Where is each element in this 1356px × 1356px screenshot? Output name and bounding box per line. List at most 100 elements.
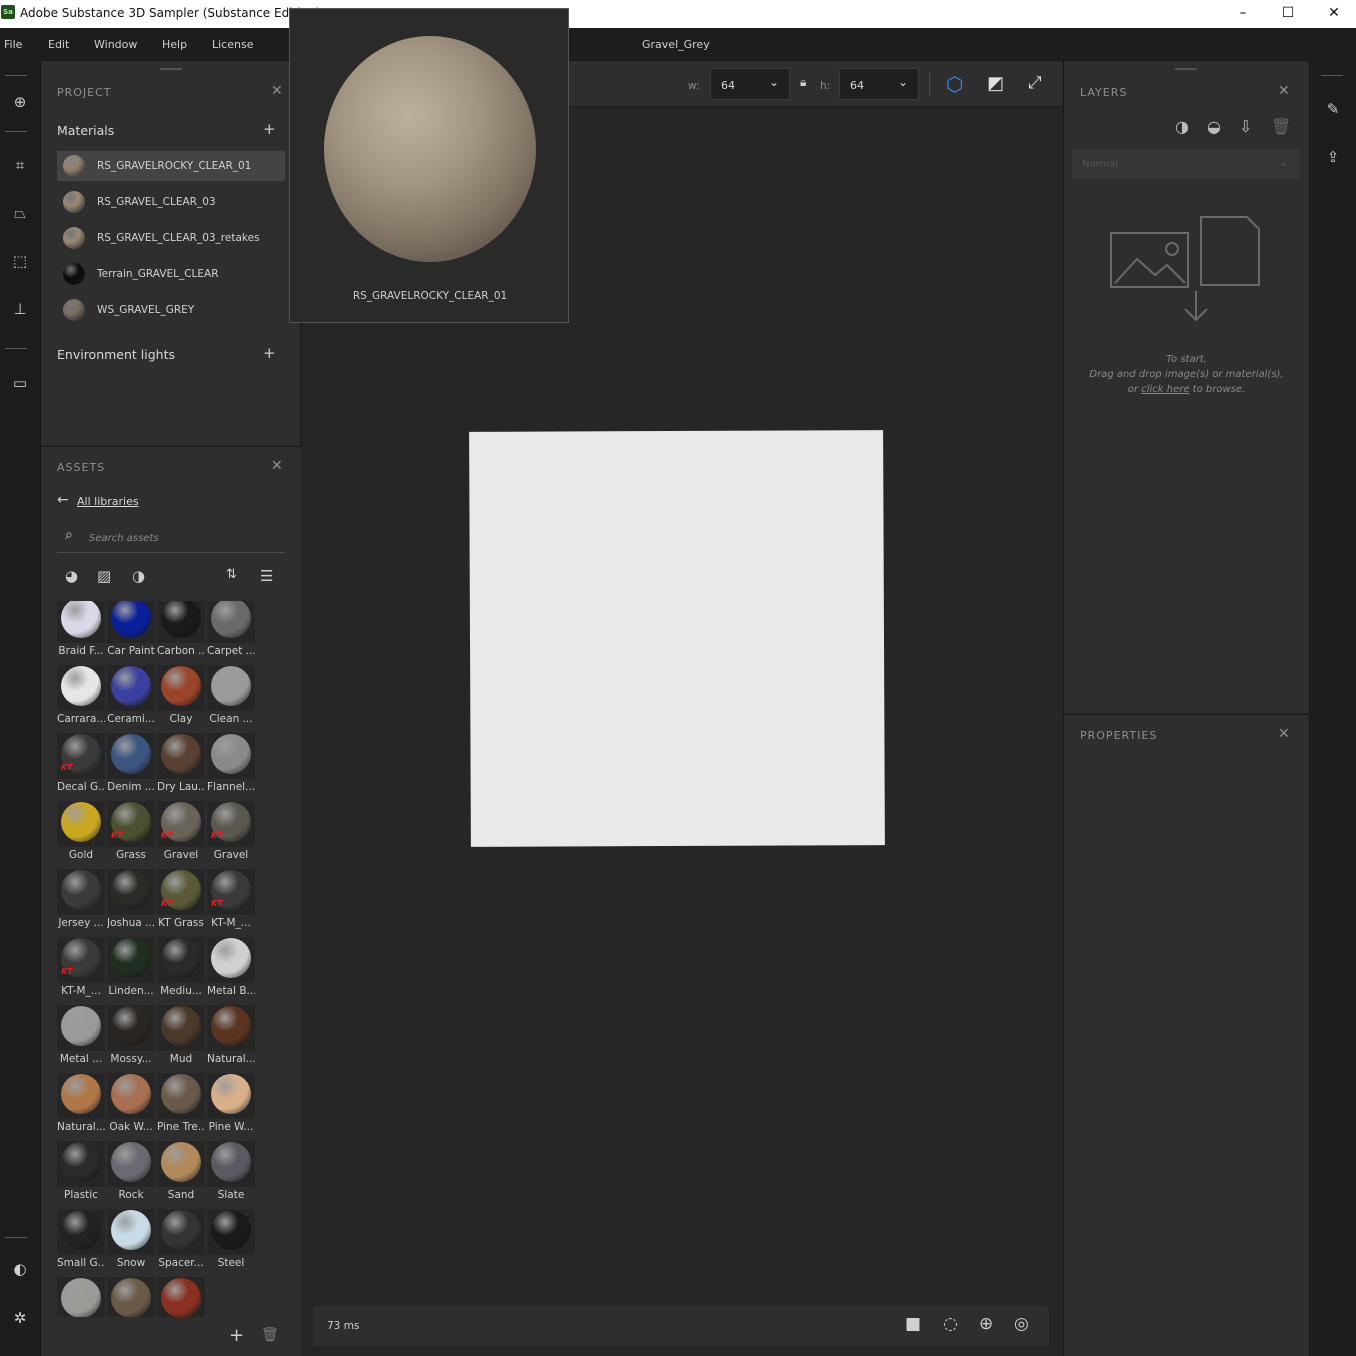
add-material-layer-icon[interactable]: ◒ <box>1207 117 1221 136</box>
asset-tile[interactable]: KT Decal G... <box>57 733 107 801</box>
asset-tile[interactable]: KT KT Grass <box>157 869 207 937</box>
asset-tile[interactable]: Denim ... <box>107 733 157 801</box>
back-arrow-icon[interactable]: ← <box>57 492 69 508</box>
delete-layer-icon[interactable]: 🗑 <box>1271 117 1291 136</box>
3d-view-icon[interactable]: ⬡ <box>946 72 963 96</box>
add-icon[interactable]: ⊕ <box>6 90 34 114</box>
lighting-icon[interactable]: ◌ <box>943 1314 958 1334</box>
export-document-icon[interactable]: ✎ <box>1319 97 1347 121</box>
asset-tile[interactable]: Metal ... <box>57 1005 107 1073</box>
asset-tile[interactable]: Natural... <box>57 1073 107 1141</box>
height-dropdown[interactable]: 64 ⌄ <box>839 68 919 100</box>
menu-window[interactable]: Window <box>94 38 137 51</box>
asset-tile[interactable]: Pine W... <box>207 1073 257 1141</box>
menu-file[interactable]: File <box>4 38 22 51</box>
asset-tile[interactable]: Cerami... <box>107 665 157 733</box>
search-input[interactable]: Search assets <box>89 533 159 544</box>
menu-license[interactable]: License <box>212 38 253 51</box>
minimize-button[interactable]: – <box>1228 4 1258 22</box>
transform-icon[interactable]: ⬚ <box>6 249 34 273</box>
fullscreen-icon[interactable]: ⤢ <box>1028 73 1042 93</box>
asset-tile[interactable]: Rock <box>107 1141 157 1209</box>
asset-tile[interactable]: KT Gravel <box>157 801 207 869</box>
material-item[interactable]: RS_GRAVEL_CLEAR_03 <box>57 187 285 217</box>
asset-tile[interactable]: Slate <box>207 1141 257 1209</box>
browse-link[interactable]: click here <box>1141 384 1189 395</box>
menu-help[interactable]: Help <box>162 38 187 51</box>
close-assets-icon[interactable]: ✕ <box>271 458 283 474</box>
import-icon[interactable]: ⇩ <box>1239 117 1252 136</box>
camera-icon[interactable]: ■ <box>905 1314 921 1334</box>
environment-icon[interactable]: ⊕ <box>979 1314 993 1334</box>
asset-tile[interactable]: Pine Tre... <box>157 1073 207 1141</box>
lock-icon[interactable]: 🔒︎ <box>800 75 806 90</box>
all-libraries-link[interactable]: All libraries <box>77 495 139 508</box>
asset-tile[interactable] <box>107 1277 157 1317</box>
asset-tile[interactable]: Car Paint <box>107 601 157 665</box>
asset-tile[interactable]: Snow <box>107 1209 157 1277</box>
material-item[interactable]: RS_GRAVEL_CLEAR_03_retakes <box>57 223 285 253</box>
asset-tile[interactable]: Clean ... <box>207 665 257 733</box>
display-settings-icon[interactable]: ▭ <box>6 371 34 395</box>
asset-tile[interactable] <box>157 1277 207 1317</box>
filter-filter-icon[interactable]: ◑ <box>132 567 145 585</box>
asset-tile[interactable]: Dry Lau... <box>157 733 207 801</box>
close-layers-icon[interactable]: ✕ <box>1278 83 1290 99</box>
asset-tile[interactable]: Clay <box>157 665 207 733</box>
material-item[interactable]: WS_GRAVEL_GREY <box>57 295 285 325</box>
materials-filter-icon[interactable]: ◕ <box>65 567 78 585</box>
asset-tile[interactable]: Jersey ... <box>57 869 107 937</box>
2d-view-icon[interactable]: ◩ <box>987 73 1004 94</box>
asset-tile[interactable]: Gold <box>57 801 107 869</box>
add-asset-button[interactable]: + <box>229 1325 244 1346</box>
asset-tile[interactable]: Mediu... <box>157 937 207 1005</box>
close-properties-icon[interactable]: ✕ <box>1278 726 1290 742</box>
search-box[interactable]: ⌕ Search assets <box>57 523 285 553</box>
add-material-button[interactable]: + <box>263 120 276 138</box>
asset-tile[interactable]: Small G... <box>57 1209 107 1277</box>
close-window-button[interactable]: ✕ <box>1319 4 1349 22</box>
asset-tile[interactable]: Carpet ... <box>207 601 257 665</box>
maximize-button[interactable]: ☐ <box>1273 4 1303 22</box>
close-project-icon[interactable]: ✕ <box>271 83 283 99</box>
asset-tile[interactable]: Mud <box>157 1005 207 1073</box>
asset-tile[interactable]: KT KT-M_... <box>207 869 257 937</box>
asset-tile[interactable]: Joshua ... <box>107 869 157 937</box>
asset-tile[interactable]: Linden... <box>107 937 157 1005</box>
blend-mode-dropdown[interactable]: Normal ⌄ <box>1072 149 1300 179</box>
add-filter-icon[interactable]: ◑ <box>1175 117 1189 136</box>
asset-tile[interactable]: Sand <box>157 1141 207 1209</box>
asset-tile[interactable]: KT Gravel <box>207 801 257 869</box>
stamp-icon[interactable]: ⊥ <box>6 297 34 321</box>
list-view-icon[interactable]: ☰ <box>260 567 273 585</box>
asset-tile[interactable]: Spacer... <box>157 1209 207 1277</box>
crop-icon[interactable]: ⌗ <box>6 153 34 177</box>
asset-tile[interactable]: Natural... <box>207 1005 257 1073</box>
width-dropdown[interactable]: 64 ⌄ <box>710 68 790 100</box>
asset-tile[interactable]: Mossy... <box>107 1005 157 1073</box>
add-environment-button[interactable]: + <box>263 344 276 362</box>
asset-tile[interactable]: Carbon ... <box>157 601 207 665</box>
asset-tile[interactable]: KT Grass <box>107 801 157 869</box>
plugins-icon[interactable]: ✲ <box>6 1306 34 1330</box>
image-filter-icon[interactable]: ▨ <box>97 567 111 585</box>
viewport-canvas[interactable] <box>469 430 885 847</box>
asset-tile[interactable]: Flannel... <box>207 733 257 801</box>
material-item[interactable]: RS_GRAVELROCKY_CLEAR_01 <box>57 151 285 181</box>
asset-tile[interactable]: Metal B... <box>207 937 257 1005</box>
delete-asset-icon[interactable]: 🗑 <box>261 1327 279 1343</box>
asset-tile[interactable] <box>57 1277 107 1317</box>
asset-tile[interactable]: Plastic <box>57 1141 107 1209</box>
menu-edit[interactable]: Edit <box>48 38 69 51</box>
asset-tile[interactable]: Oak W... <box>107 1073 157 1141</box>
share-icon[interactable]: ⇪ <box>1319 145 1347 169</box>
sort-icon[interactable]: ⇅ <box>226 567 237 582</box>
perspective-icon[interactable]: ⏢ <box>6 201 34 225</box>
shading-icon[interactable]: ◎ <box>1014 1314 1029 1334</box>
palette-settings-icon[interactable]: ◐ <box>6 1257 34 1281</box>
asset-tile[interactable]: KT KT-M_... <box>57 937 107 1005</box>
material-item[interactable]: Terrain_GRAVEL_CLEAR <box>57 259 285 289</box>
panel-grip[interactable] <box>1175 68 1197 70</box>
panel-grip[interactable] <box>160 68 182 70</box>
asset-tile[interactable]: Carrara... <box>57 665 107 733</box>
